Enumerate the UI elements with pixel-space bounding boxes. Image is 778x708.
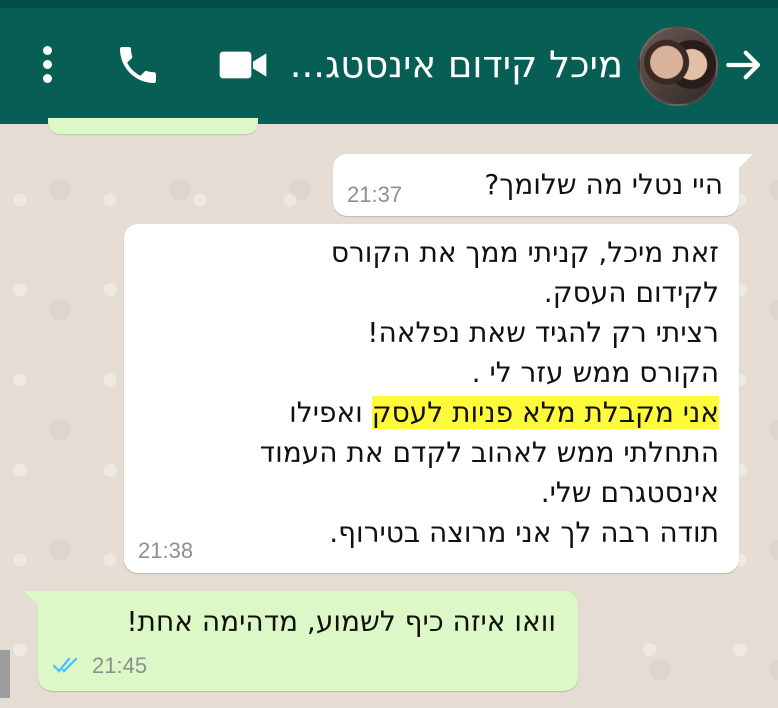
video-camera-icon[interactable]	[218, 48, 268, 82]
message-time: 21:45	[92, 653, 148, 678]
previous-message-edge	[48, 118, 258, 134]
phone-icon[interactable]	[114, 41, 162, 89]
message-time: 21:37	[347, 182, 403, 207]
chat-header: מיכל קידום אינסטג...	[0, 0, 778, 124]
message-time: 21:38	[138, 538, 194, 563]
message-line: התחלתי ממש לאהוב לקדם את העמוד	[259, 436, 719, 469]
message-line-highlight: אני מקבלת מלא פניות לעסק ואפילו	[289, 396, 719, 430]
message-line: הקורס ממש עזר לי .	[471, 356, 719, 389]
highlighted-text: אני מקבלת מלא פניות לעסק	[371, 396, 719, 429]
message-line: רציתי רק להגיד שאת נפלאה!	[367, 316, 719, 349]
message-line: זאת מיכל, קניתי ממך את הקורס	[330, 236, 719, 269]
bubble-tail	[735, 154, 753, 172]
screen-edge	[0, 650, 10, 698]
message-line: אינסטגרם שלי.	[540, 476, 719, 509]
kebab-menu-icon[interactable]	[36, 42, 58, 88]
message-text: היי נטלי מה שלומך?	[484, 168, 723, 201]
contact-avatar[interactable]	[638, 26, 718, 106]
message-line: לקידום העסק.	[543, 276, 719, 309]
message-bubble-outgoing[interactable]: וואו איזה כיף לשמוע, מדהימה אחת! 21:45	[24, 591, 578, 691]
message-line-rest: ואפילו	[289, 396, 363, 429]
bubble-tail	[24, 591, 42, 609]
double-check-read-icon	[52, 657, 78, 673]
message-text: וואו איזה כיף לשמוע, מדהימה אחת!	[126, 605, 556, 638]
back-arrow-icon[interactable]	[722, 44, 766, 86]
contact-name[interactable]: מיכל קידום אינסטג...	[263, 40, 623, 90]
message-line: תודה רבה לך אני מרוצה בטירוף.	[329, 516, 719, 549]
status-bar	[0, 0, 778, 8]
message-bubble-incoming[interactable]: היי נטלי מה שלומך? 21:37	[333, 154, 753, 216]
message-bubble-incoming[interactable]: זאת מיכל, קניתי ממך את הקורס לקידום העסק…	[124, 224, 739, 573]
